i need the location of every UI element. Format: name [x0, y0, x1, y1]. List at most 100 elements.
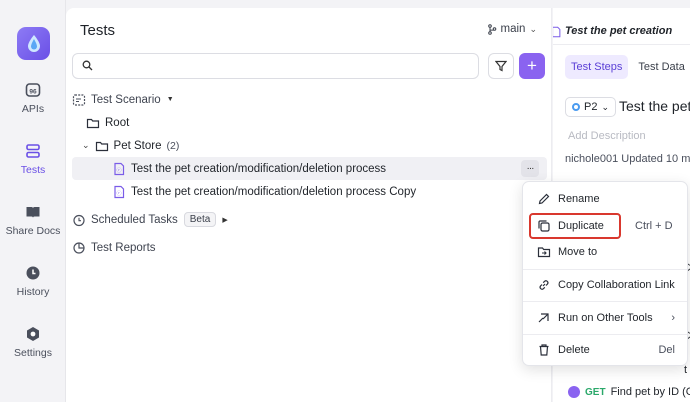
menu-item-label: Copy Collaboration Link — [558, 279, 675, 291]
menu-separator — [523, 301, 687, 302]
menu-item-label: Run on Other Tools — [558, 312, 653, 324]
book-icon — [26, 207, 40, 218]
more-options-button[interactable]: ··· — [521, 160, 539, 177]
chevron-right-icon: › — [671, 312, 675, 324]
rail-history-label: History — [16, 286, 50, 298]
filter-button[interactable] — [488, 53, 514, 79]
open-doc-tab[interactable]: Test the pet creation — [565, 25, 672, 37]
divider — [553, 44, 690, 45]
rail-share-docs[interactable]: Share Docs — [0, 204, 66, 237]
http-method-badge: GET — [585, 386, 606, 398]
rail-apis[interactable]: 96 APIs — [0, 82, 66, 115]
tree-root-label: Root — [105, 116, 130, 129]
panel-title: Tests — [80, 22, 116, 39]
pie-chart-icon — [73, 241, 85, 254]
folder-icon — [86, 118, 100, 128]
run-icon — [538, 313, 549, 323]
rail-share-docs-label: Share Docs — [5, 225, 61, 237]
filter-icon — [495, 60, 507, 72]
tests-icon — [26, 144, 40, 158]
branch-selector[interactable]: main ⌄ — [487, 23, 537, 35]
test-case-icon — [553, 26, 561, 38]
chevron-down-icon: ⌄ — [601, 101, 610, 112]
updated-info: nichole001 Updated 10 mo — [565, 153, 690, 165]
rail-apis-label: APIs — [21, 103, 45, 115]
priority-dot-icon — [572, 103, 580, 111]
menu-item-rename[interactable]: Rename — [527, 186, 685, 212]
menu-separator — [523, 269, 687, 270]
branch-name: main — [500, 23, 526, 35]
rail-settings-label: Settings — [14, 347, 52, 359]
caret-down-icon: ▼ — [166, 96, 174, 103]
priority-selector[interactable]: P2 ⌄ — [565, 97, 617, 117]
scenario-icon — [72, 93, 86, 106]
menu-separator — [523, 334, 687, 335]
tab-test-steps[interactable]: Test Steps — [565, 55, 629, 79]
beta-badge: Beta — [183, 212, 217, 227]
rail-settings[interactable]: Settings — [0, 326, 66, 359]
branch-icon — [487, 23, 496, 35]
pencil-icon — [538, 193, 550, 205]
gear-icon — [27, 327, 39, 341]
svg-text:ⓡ: ⓡ — [116, 190, 121, 197]
tree-scheduled-tasks[interactable]: Scheduled Tasks Beta ▶ — [72, 208, 547, 231]
clock-icon — [26, 266, 40, 280]
search-input[interactable] — [72, 53, 479, 79]
move-icon — [537, 247, 551, 258]
tree-scheduled-tasks-label: Scheduled Tasks — [91, 213, 178, 226]
tree-test-scenario-label: Test Scenario — [91, 93, 161, 106]
copy-icon — [538, 220, 550, 232]
tab-test-data[interactable]: Test Data — [632, 55, 690, 79]
trash-icon — [539, 344, 549, 356]
tree-test-case-2[interactable]: ⓡ Test the pet creation/modification/del… — [72, 180, 547, 203]
menu-item-run-on-other-tools[interactable]: Run on Other Tools › — [527, 305, 685, 331]
delete-shortcut: Del — [658, 344, 675, 356]
tree-test-scenario[interactable]: Test Scenario ▼ — [72, 88, 547, 111]
tree-test-reports[interactable]: Test Reports — [72, 236, 547, 259]
test-case-icon: ⓡ — [114, 185, 125, 198]
api-icon: 96 — [25, 83, 41, 97]
link-icon — [539, 280, 549, 290]
menu-item-copy-collaboration-link[interactable]: Copy Collaboration Link — [527, 272, 685, 298]
rail-tests[interactable]: Tests — [0, 143, 66, 176]
tree-test-case-1-label: Test the pet creation/modification/delet… — [131, 162, 387, 175]
menu-item-label: Rename — [558, 193, 600, 205]
detail-tabs: Test Steps Test Data — [565, 55, 690, 79]
menu-item-label: Move to — [558, 246, 598, 258]
step-label: Find pet by ID (C — [610, 386, 690, 398]
rail-tests-label: Tests — [20, 164, 46, 176]
chevron-down-icon: ⌄ — [529, 23, 537, 34]
tree-test-reports-label: Test Reports — [91, 241, 156, 254]
alarm-clock-icon — [73, 214, 85, 226]
tree-test-case-1[interactable]: ⓡ Test the pet creation/modification/del… — [72, 157, 547, 180]
menu-item-label: Duplicate — [558, 220, 604, 232]
step-get-find-pet[interactable]: GET Find pet by ID (C — [568, 386, 690, 398]
priority-label: P2 — [584, 101, 598, 113]
menu-item-duplicate[interactable]: Duplicate — [529, 213, 621, 239]
svg-text:ⓡ: ⓡ — [116, 167, 121, 174]
chevron-down-icon: ⌄ — [82, 140, 90, 150]
app-logo[interactable] — [17, 27, 50, 60]
tree-pet-store-label: Pet Store — [113, 139, 162, 152]
duplicate-shortcut: Ctrl + D — [635, 220, 673, 232]
menu-item-label: Delete — [558, 344, 590, 356]
add-description-field[interactable]: Add Description — [568, 130, 646, 142]
menu-item-move-to[interactable]: Move to — [527, 239, 685, 265]
case-title[interactable]: Test the pet — [619, 98, 690, 114]
folder-open-icon — [95, 141, 108, 151]
folder-count-badge: (2) — [166, 139, 180, 152]
tests-panel: Tests main ⌄ + Test Scenario ▼ Root ⌄ Pe… — [66, 8, 552, 402]
svg-text:96: 96 — [29, 89, 37, 96]
tree-test-case-2-label: Test the pet creation/modification/delet… — [131, 185, 417, 198]
checked-circle-icon — [568, 386, 580, 398]
tree-pet-store-folder[interactable]: ⌄ Pet Store (2) — [72, 134, 547, 157]
search-icon — [82, 60, 93, 71]
rail-history[interactable]: History — [0, 265, 66, 298]
add-button[interactable]: + — [519, 53, 545, 79]
menu-item-delete[interactable]: Delete Del — [527, 337, 685, 363]
test-case-icon: ⓡ — [114, 162, 125, 175]
step-fragment: t — [684, 364, 688, 376]
left-rail: 96 APIs Tests Share Docs History Setting… — [0, 0, 66, 402]
caret-right-icon: ▶ — [222, 216, 228, 224]
tree-root-folder[interactable]: Root — [72, 111, 547, 134]
